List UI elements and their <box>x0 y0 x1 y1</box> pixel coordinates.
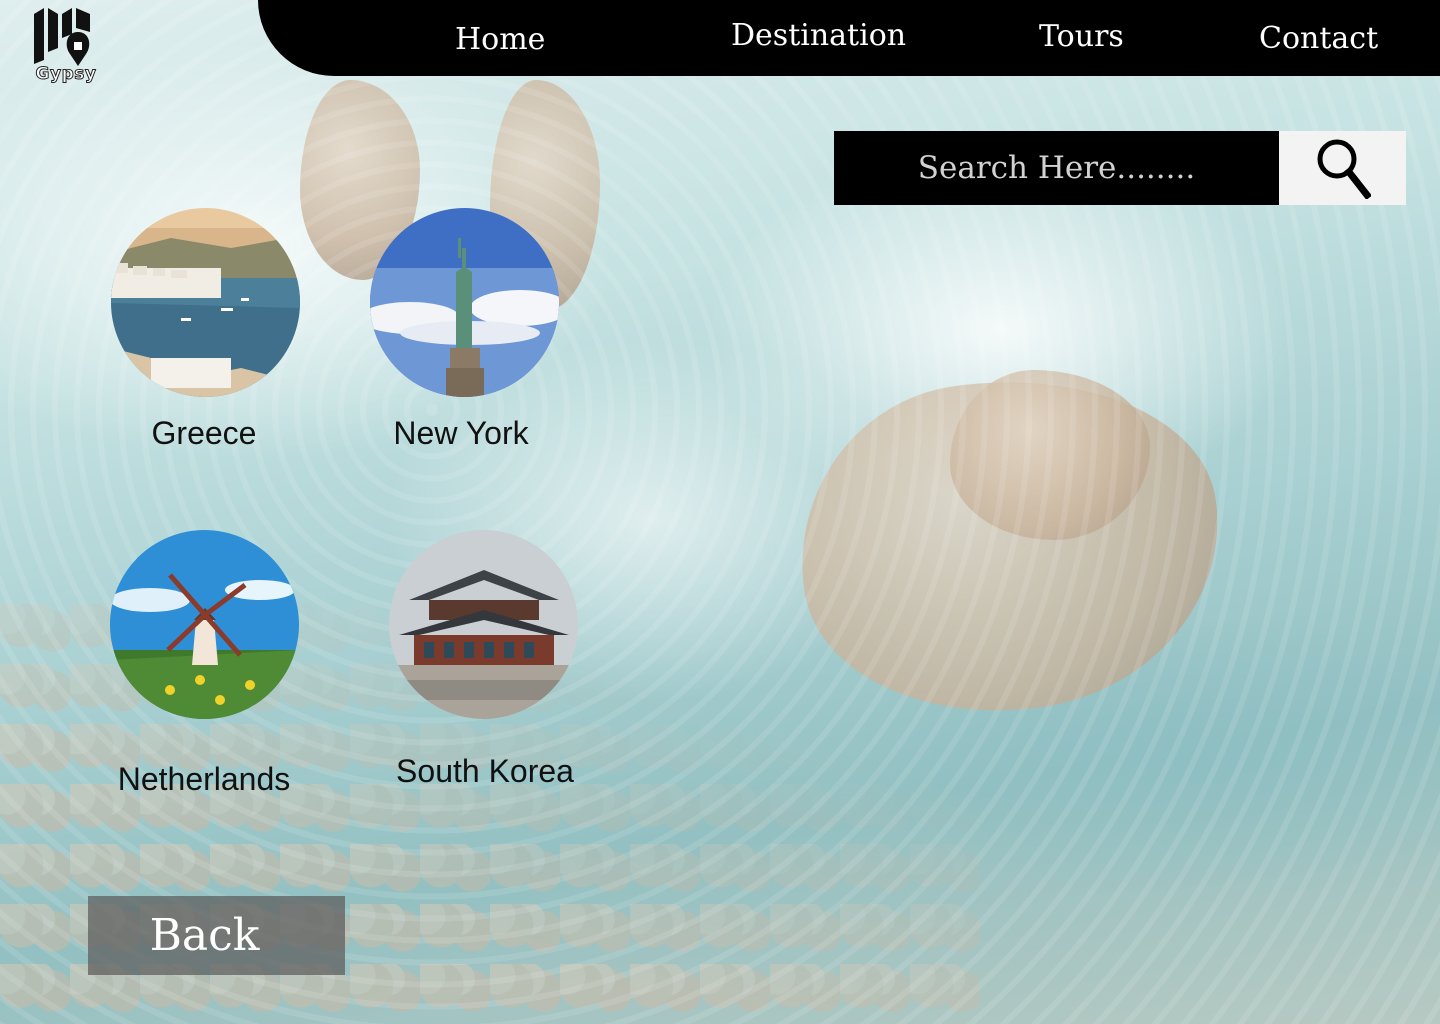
nav-tours[interactable]: Tours <box>1039 19 1124 54</box>
search-input[interactable] <box>834 131 1279 205</box>
map-pin-logo-icon <box>34 8 90 66</box>
brand-logo[interactable]: Gypsy <box>30 6 98 90</box>
nav-destination[interactable]: Destination <box>731 18 906 53</box>
nav-contact[interactable]: Contact <box>1259 21 1378 56</box>
search-button[interactable] <box>1279 131 1406 205</box>
destination-label: New York <box>393 415 529 451</box>
destination-label: Netherlands <box>117 761 291 797</box>
search-icon <box>1317 139 1371 199</box>
netherlands-photo <box>110 530 299 719</box>
destination-label: Greece <box>151 415 257 451</box>
new-york-photo <box>370 208 559 397</box>
greece-photo <box>111 208 300 397</box>
nav-home[interactable]: Home <box>455 22 545 57</box>
destination-label: South Korea <box>396 753 574 789</box>
south-korea-photo <box>389 530 578 719</box>
logo-text: Gypsy <box>35 64 97 85</box>
top-nav: Home Destination Tours Contact <box>258 0 1440 76</box>
back-button[interactable]: Back <box>88 896 345 975</box>
